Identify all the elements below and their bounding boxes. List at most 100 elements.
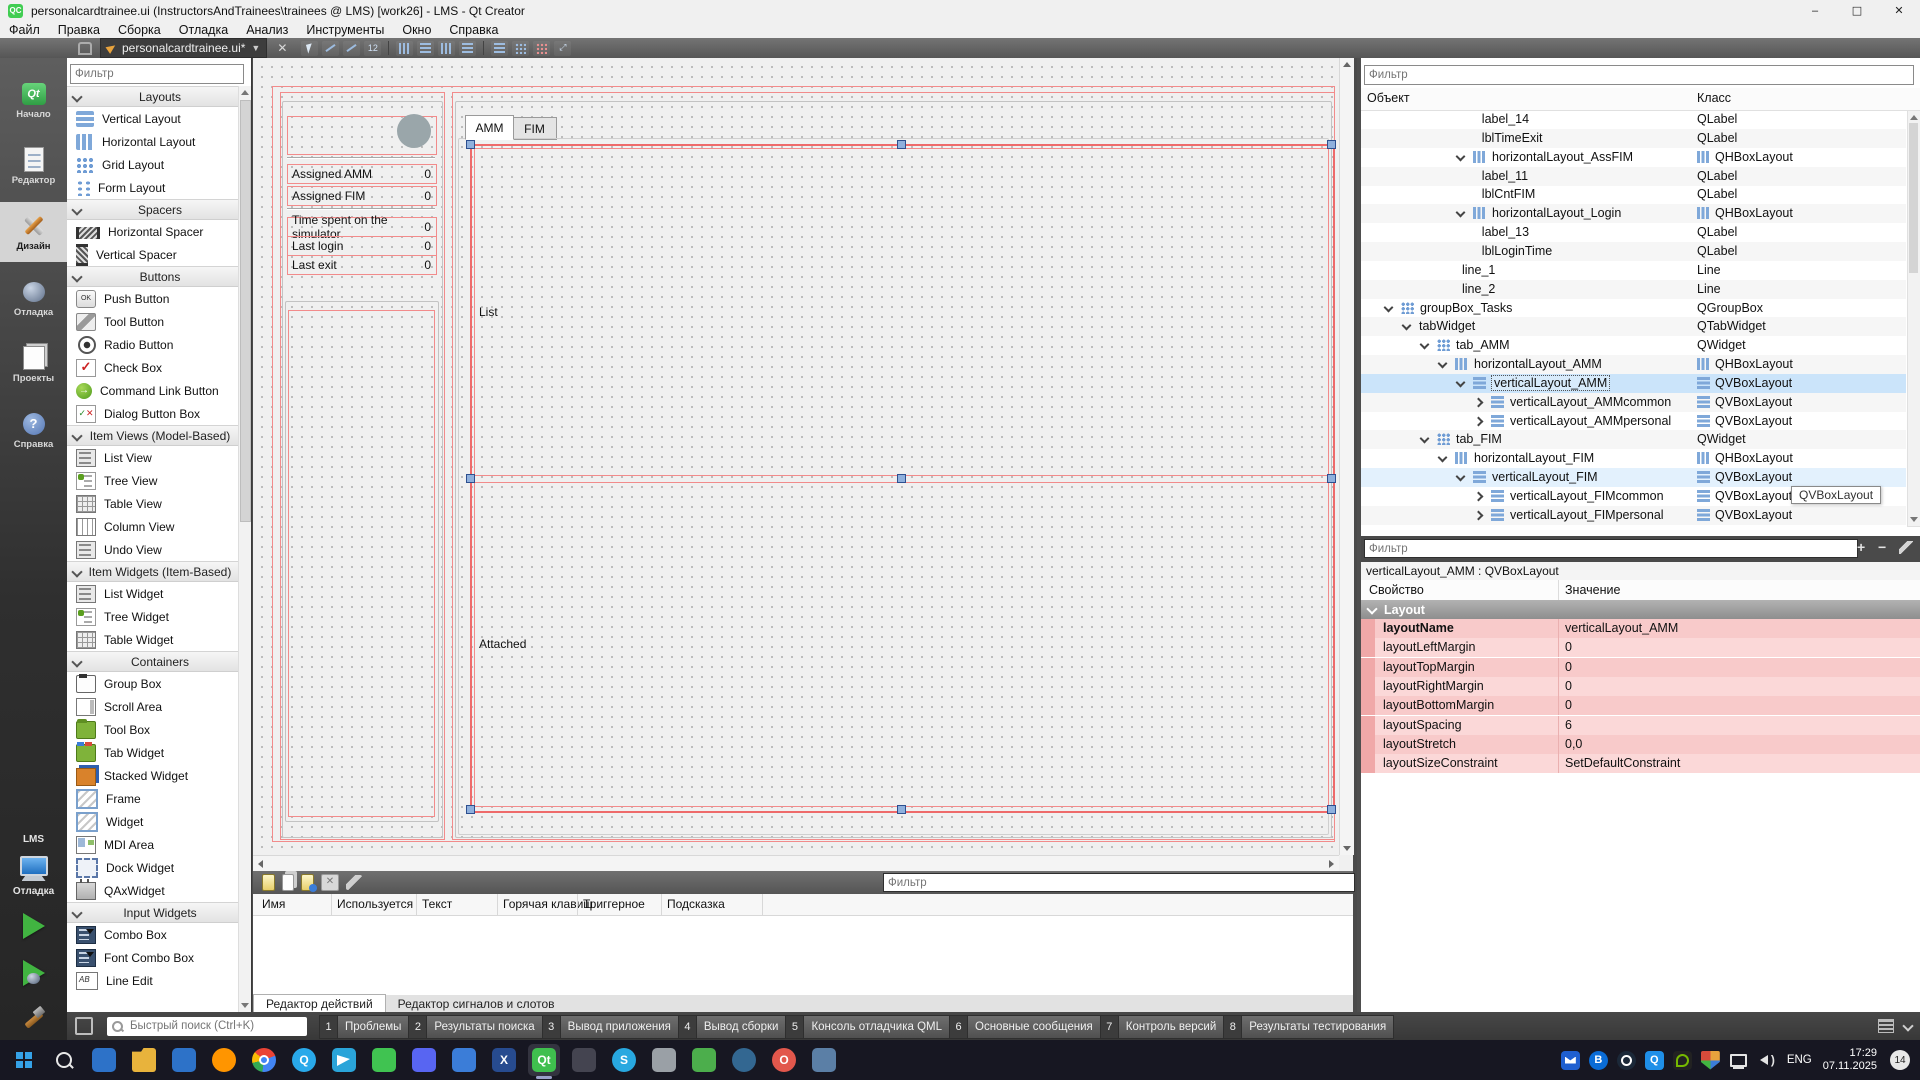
tab-редактор-сигналов-и-слотов[interactable]: Редактор сигналов и слотов (386, 995, 567, 1012)
scroll-up-icon[interactable] (1343, 62, 1351, 67)
output-pane-8[interactable]: 8Результаты тестирования (1224, 1015, 1394, 1039)
output-pane-4[interactable]: 4Вывод сборки (679, 1015, 787, 1039)
maximize-button[interactable]: □ (1836, 0, 1878, 21)
debug-run-button[interactable] (0, 951, 67, 995)
scroll-up-icon[interactable] (1910, 115, 1918, 120)
widgetbox-item-horizontal-spacer[interactable]: Horizontal Spacer (67, 220, 239, 243)
layout-horizontal-icon[interactable] (396, 41, 413, 56)
selection-handle[interactable] (466, 474, 475, 483)
tree-row-groupBox_Tasks[interactable]: groupBox_TasksQGroupBox (1361, 299, 1906, 318)
selection-handle[interactable] (1327, 805, 1336, 814)
action-column-1[interactable]: Имя (262, 897, 285, 911)
menu-item-2[interactable]: Правка (49, 23, 109, 37)
menu-item-1[interactable]: Файл (0, 23, 49, 37)
mode-начало[interactable]: QtНачало (0, 70, 67, 130)
layout-splitter-horizontal-icon[interactable] (438, 41, 455, 56)
action-column-2[interactable]: Используется (337, 897, 413, 911)
widgetbox-section-buttons[interactable]: Buttons (67, 266, 239, 287)
property-row-layoutName[interactable]: layoutNameverticalLayout_AMM (1361, 619, 1920, 638)
mail-icon[interactable] (1561, 1051, 1580, 1070)
widgetbox-section-layouts[interactable]: Layouts (67, 86, 239, 107)
output-pane-7[interactable]: 7Контроль версий (1101, 1015, 1225, 1039)
action-column-4[interactable]: Горячая клавиш (503, 897, 593, 911)
menu-item-5[interactable]: Анализ (237, 23, 297, 37)
widgetbox-item-group-box[interactable]: Group Box (67, 672, 239, 695)
delete-action-icon[interactable]: ✕ (321, 874, 339, 891)
property-row-layoutSpacing[interactable]: layoutSpacing6 (1361, 716, 1920, 735)
widgetbox-item-tool-box[interactable]: Tool Box (67, 718, 239, 741)
scroll-down-icon[interactable] (241, 1003, 249, 1008)
edit-widgets-icon[interactable] (301, 41, 318, 56)
output-panes-icon[interactable] (1878, 1019, 1894, 1033)
widgetbox-item-form-layout[interactable]: Form Layout (67, 176, 239, 199)
widgetbox-item-stacked-widget[interactable]: Stacked Widget (67, 764, 239, 787)
trainee-stat-row[interactable]: Time spent on the simulator0 (287, 217, 437, 237)
widgetbox-item-undo-view[interactable]: Undo View (67, 538, 239, 561)
language-indicator[interactable]: ENG (1787, 1054, 1812, 1066)
menu-item-7[interactable]: Окно (393, 23, 440, 37)
close-button[interactable]: ✕ (1878, 0, 1920, 21)
property-value[interactable]: 0,0 (1565, 737, 1582, 751)
widgetbox-section-containers[interactable]: Containers (67, 651, 239, 672)
app-icon-13[interactable] (564, 1040, 604, 1080)
tab-fim[interactable]: FIM (512, 117, 557, 140)
configure-properties-icon[interactable] (1899, 541, 1913, 554)
qt-creator-icon[interactable]: Qt (524, 1040, 564, 1080)
form-vscrollbar[interactable] (1339, 58, 1354, 855)
selection-handle[interactable] (897, 474, 906, 483)
chevron-down-icon[interactable] (1456, 208, 1466, 218)
adjust-size-icon[interactable]: ⤢ (554, 41, 571, 56)
remove-property-icon[interactable]: − (1878, 539, 1886, 555)
app-icon-17[interactable] (724, 1040, 764, 1080)
layout-grid-icon[interactable] (512, 41, 529, 56)
widgetbox-item-tool-button[interactable]: Tool Button (67, 310, 239, 333)
app-icon-8[interactable] (364, 1040, 404, 1080)
tree-row-lblCntFIM[interactable]: lblCntFIMQLabel (1361, 185, 1906, 204)
widgetbox-item-font-combo-box[interactable]: Font Combo Box (67, 946, 239, 969)
output-pane-5[interactable]: 5Консоль отладчика QML (786, 1015, 950, 1039)
widgetbox-item-combo-box[interactable]: Combo Box (67, 923, 239, 946)
document-selector[interactable]: personalcardtrainee.ui* ▼ (100, 38, 267, 58)
break-layout-icon[interactable] (533, 41, 550, 56)
expand-icon[interactable] (1902, 1020, 1913, 1031)
tree-row-label_13[interactable]: label_13QLabel (1361, 223, 1906, 242)
telegram-icon[interactable] (324, 1040, 364, 1080)
app-icon-3[interactable] (164, 1040, 204, 1080)
widgetbox-item-tree-widget[interactable]: Tree Widget (67, 605, 239, 628)
menu-item-6[interactable]: Инструменты (297, 23, 393, 37)
app-icon-1[interactable] (84, 1040, 124, 1080)
security-icon[interactable] (1701, 1051, 1720, 1070)
tree-row-line_2[interactable]: line_2Line (1361, 280, 1906, 299)
tree-row-horizontalLayout_AssFIM[interactable]: horizontalLayout_AssFIMQHBoxLayout (1361, 148, 1906, 167)
property-value[interactable]: 0 (1565, 698, 1572, 712)
property-row-layoutSizeConstraint[interactable]: layoutSizeConstraintSetDefaultConstraint (1361, 754, 1920, 773)
menu-item-3[interactable]: Сборка (109, 23, 170, 37)
widgetbox-section-item-views-model-based-[interactable]: Item Views (Model-Based) (67, 425, 239, 446)
edit-tab-order-icon[interactable]: 12 (364, 41, 381, 56)
layout-form-icon[interactable] (491, 41, 508, 56)
layout-vertical-icon[interactable] (417, 41, 434, 56)
tree-row-horizontalLayout_FIM[interactable]: horizontalLayout_FIMQHBoxLayout (1361, 449, 1906, 468)
widgetbox-item-push-button[interactable]: OKPush Button (67, 287, 239, 310)
widgetbox-scrollbar[interactable] (238, 86, 251, 1012)
tree-row-horizontalLayout_AMM[interactable]: horizontalLayout_AMMQHBoxLayout (1361, 355, 1906, 374)
add-property-icon[interactable]: + (1857, 539, 1865, 555)
mode-справка[interactable]: ?Справка (0, 400, 67, 460)
scrollbar-thumb[interactable] (1909, 123, 1918, 273)
inspector-scrollbar[interactable] (1907, 110, 1920, 527)
mode-редактор[interactable]: Редактор (0, 136, 67, 196)
mode-дизайн[interactable]: Дизайн (0, 202, 67, 262)
minimize-button[interactable]: – (1794, 0, 1836, 21)
widgetbox-item-dialog-button-box[interactable]: Dialog Button Box (67, 402, 239, 425)
output-pane-3[interactable]: 3Вывод приложения (543, 1015, 679, 1039)
widgetbox-item-vertical-layout[interactable]: Vertical Layout (67, 107, 239, 130)
selection-handle[interactable] (466, 140, 475, 149)
q-app-icon[interactable]: Q (1645, 1051, 1664, 1070)
scroll-down-icon[interactable] (1910, 517, 1918, 522)
tab-редактор-действий[interactable]: Редактор действий (253, 994, 386, 1012)
property-row-layoutBottomMargin[interactable]: layoutBottomMargin0 (1361, 696, 1920, 715)
selection-handle[interactable] (466, 805, 475, 814)
paste-action-icon[interactable] (301, 874, 314, 891)
widgetbox-item-table-widget[interactable]: Table Widget (67, 628, 239, 651)
tree-row-tab_FIM[interactable]: tab_FIMQWidget (1361, 430, 1906, 449)
